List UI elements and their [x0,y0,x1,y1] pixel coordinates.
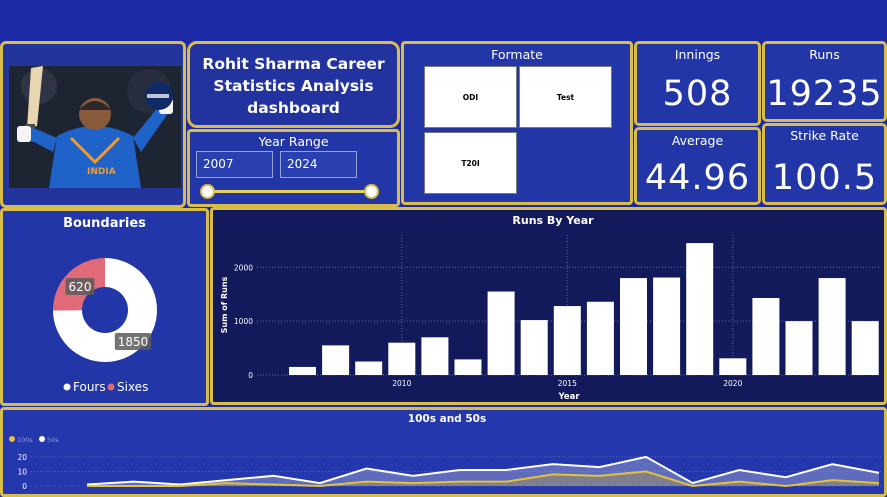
year-start-input[interactable]: 2007 [196,151,273,178]
title-line-2: Statistics Analysis [213,77,374,95]
formate-title: Formate [491,47,543,62]
bar-2007[interactable] [289,366,316,375]
x-tick-2020: 2020 [723,379,742,388]
area-legend-label-50s[interactable]: 50s [47,436,59,444]
bar-2022[interactable] [785,321,813,375]
bar-2014[interactable] [520,320,548,375]
year-slider-start-handle[interactable] [200,184,215,199]
bar-2011[interactable] [421,337,449,375]
area-legend-dot-50s [39,436,45,442]
area-legend-label-100s[interactable]: 100s [17,436,33,444]
title-line-3: dashboard [247,99,340,117]
strike-rate-value: 100.5 [771,158,878,198]
area-y-tick-0: 0 [22,482,27,491]
runs-by-year-chart: Runs By Year Sum of Runs Year 010002000 … [220,214,881,402]
y-tick-0: 0 [248,371,253,380]
legend-dot-sixes [107,383,115,391]
bar-2023[interactable] [818,278,846,375]
year-range-title: Year Range [258,134,329,149]
hundreds-fifties-chart: 100s and 50s 100s 50s 0 10 20 [9,413,883,491]
runs-chart-title: Runs By Year [512,214,594,227]
runs-by-year-card: Runs By Year Sum of Runs Year 0 1000 2000 … [210,207,887,405]
innings-card: Innings 508 [634,41,761,126]
bar-2009[interactable] [355,361,383,375]
boundaries-card: Boundaries 1850 620 Fours Sixes [0,208,209,406]
player-photo: INDIA [9,66,181,188]
runs-y-axis-label: Sum of Runs [220,276,229,333]
bar-2017[interactable] [620,278,647,375]
legend-dot-fours [63,383,71,391]
legend-label-fours[interactable]: Fours [73,380,106,394]
donut-label-fours: 1850 [118,335,149,349]
jersey-text: INDIA [87,167,116,177]
player-photo-image: INDIA [9,66,181,188]
hundreds-chart-title: 100s and 50s [408,413,486,425]
runs-value: 19235 [766,74,883,114]
title-line-1: Rohit Sharma Career [202,55,385,73]
bar-2012[interactable] [454,359,482,375]
runs-label: Runs [809,47,840,62]
bar-2021[interactable] [752,298,780,375]
format-t20i-button[interactable]: T20I [424,132,517,194]
innings-value: 508 [662,74,733,114]
bar-2020[interactable] [719,358,747,375]
year-slider-track[interactable] [208,190,375,193]
average-card: Average 44.96 [634,127,761,205]
bar-2016[interactable] [586,301,614,375]
bar-2010[interactable] [388,342,416,375]
area-y-tick-20: 20 [17,453,27,462]
boundaries-donut-chart: 1850 620 Fours Sixes [53,258,158,394]
year-slider-end-handle[interactable] [364,184,379,199]
bar-2019[interactable] [686,243,714,375]
area-y-tick-10: 10 [17,467,27,476]
x-tick-2015: 2015 [558,379,577,388]
dashboard-title: Rohit Sharma Career Statistics Analysis … [190,53,397,119]
bar-2015[interactable] [553,306,581,375]
runs-card: Runs 19235 [762,41,887,122]
formate-card: Formate ODI Test T20I [401,41,633,205]
bar-2024[interactable] [851,321,879,375]
bar-2008[interactable] [322,345,350,375]
donut-label-sixes: 620 [69,280,92,294]
bar-2018[interactable] [653,277,681,375]
year-end-input[interactable]: 2024 [280,151,357,178]
y-tick-2000: 2000 [234,263,253,272]
player-photo-card: INDIA [0,41,186,208]
average-value: 44.96 [644,158,751,198]
dashboard-title-card: Rohit Sharma Career Statistics Analysis … [187,41,400,128]
format-odi-button[interactable]: ODI [424,66,517,128]
average-label: Average [671,133,724,148]
hundreds-fifties-card: 100s and 50s 100s 50s 0 10 20 [0,407,887,497]
legend-label-sixes[interactable]: Sixes [117,380,148,394]
y-tick-1000: 1000 [234,317,253,326]
area-legend-dot-100s [9,436,15,442]
strike-rate-label: Strike Rate [790,128,859,143]
runs-x-axis-label: Year [557,392,580,402]
strike-rate-card: Strike Rate 100.5 [762,123,887,205]
year-range-card: Year Range 2007 2024 [187,129,400,207]
bar-2013[interactable] [487,291,515,375]
innings-label: Innings [674,47,721,62]
x-tick-2010: 2010 [392,379,411,388]
format-test-button[interactable]: Test [519,66,612,128]
